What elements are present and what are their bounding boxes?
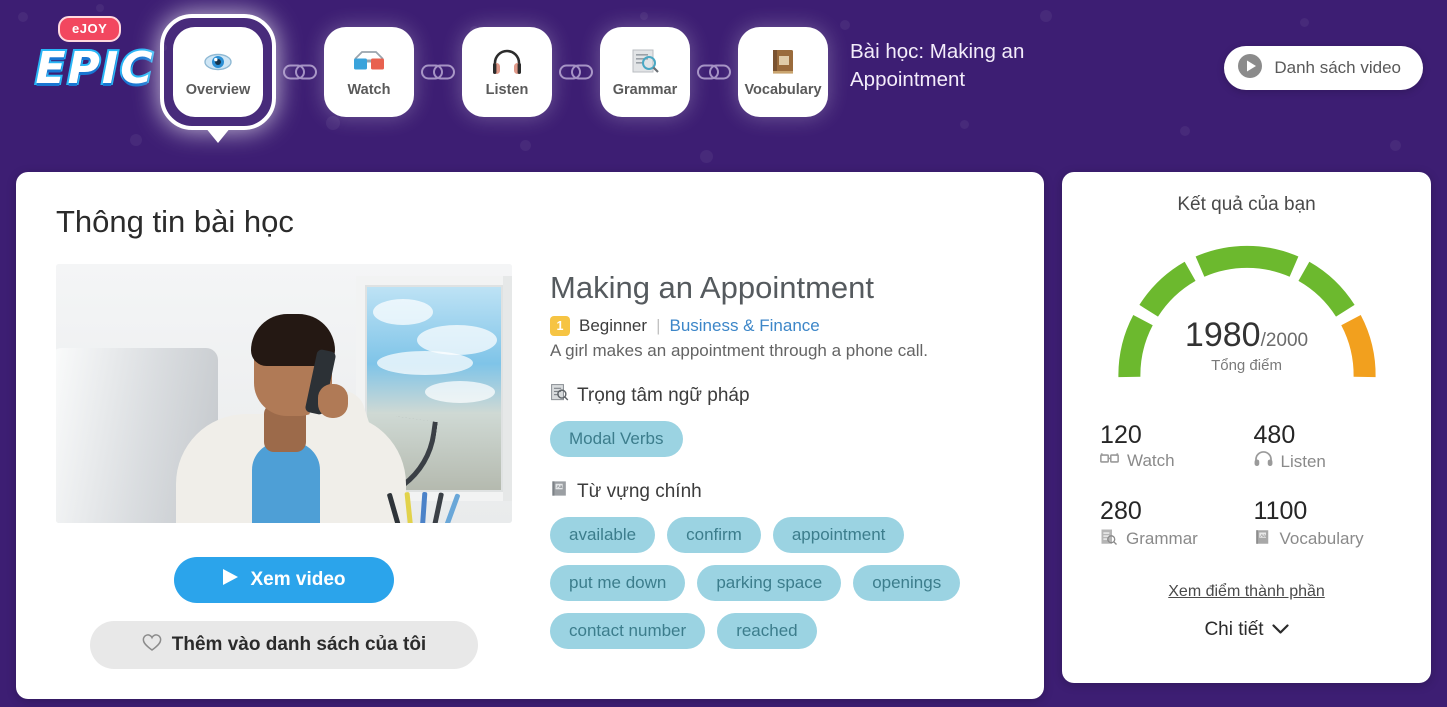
video-list-label: Danh sách video [1274,58,1401,77]
nav-step-watch[interactable]: Watch [324,27,414,117]
watch-video-label: Xem video [250,569,346,590]
level-name: Beginner [579,316,648,335]
result-title: Kết quả của bạn [1177,194,1316,215]
main-content: Thông tin bài học Xem video Thêm vào dan… [0,172,1447,699]
nav-step-label: Listen [485,81,529,98]
lesson-media-column: Xem video Thêm vào danh sách của tôi [56,264,512,671]
gauge-total: /2000 [1260,330,1309,351]
nav-step-vocabulary[interactable]: Vocabulary [738,27,828,117]
heart-outline-icon [142,633,162,658]
nav-step-label: Grammar [612,81,678,98]
video-thumbnail[interactable] [56,264,512,523]
chain-link-icon [278,63,322,81]
nav-step-label: Vocabulary [744,81,822,98]
nav-step-overview[interactable]: Overview [160,14,276,130]
key-vocabulary-heading: Aa Từ vựng chính [550,479,1006,504]
vocabulary-tag[interactable]: available [550,517,656,553]
vocabulary-tag[interactable]: parking space [697,565,842,601]
score-breakdown-grid: 120 Watch 480 Listen 280 Grammar 1100 Aa… [1100,422,1397,551]
chain-link-icon [554,63,598,81]
gauge-segment-3 [1195,245,1298,277]
vocabulary-tag[interactable]: reached [717,613,817,649]
book-icon: Aa [1254,528,1272,551]
lesson-meta: 1 Beginner | Business & Finance [550,316,1006,336]
gauge-score: 1980 [1184,316,1261,354]
chain-link-icon [692,63,736,81]
vocabulary-tag[interactable]: put me down [550,565,686,601]
vocabulary-tag[interactable]: appointment [772,517,905,553]
document-search-icon [550,383,569,408]
gauge-segment-2 [1138,261,1196,317]
chevron-down-icon [1271,619,1289,641]
lesson-title: Making an Appointment [550,270,874,305]
score-item-grammar: 280 Grammar [1100,498,1243,550]
3d-glasses-icon [1100,451,1119,471]
grammar-focus-heading: Trọng tâm ngữ pháp [550,383,1006,408]
score-item-listen: 480 Listen [1254,422,1397,472]
book-icon: Aa [550,479,569,504]
score-name: Grammar [1126,529,1198,548]
meta-divider: | [656,316,661,335]
nav-step-label: Overview [185,81,251,98]
vocabulary-tag[interactable]: openings [853,565,961,601]
app-header: eJOY EPIC Overview Watch Listen Grammar … [0,0,1447,172]
add-to-my-list-label: Thêm vào danh sách của tôi [171,634,427,655]
nav-step-grammar[interactable]: Grammar [600,27,690,117]
headphones-icon [1254,451,1273,472]
vocabulary-tag[interactable]: confirm [667,517,761,553]
score-value: 280 [1100,497,1142,526]
document-search-icon [630,47,660,77]
score-name: Vocabulary [1279,529,1364,548]
level-badge: 1 [550,316,570,336]
score-name: Watch [1127,451,1175,471]
score-value: 120 [1100,421,1142,449]
gauge-value-group: 1980/2000 Tổng điểm [1097,316,1397,374]
nav-step-label: Watch [347,81,391,98]
vocabulary-tag-list: available confirm appointment put me dow… [550,517,1006,649]
expand-details-toggle[interactable]: Chi tiết [1086,619,1407,641]
lesson-info-title: Thông tin bài học [56,204,294,239]
grammar-focus-label: Trọng tâm ngữ pháp [577,384,750,406]
video-list-button[interactable]: Danh sách video [1224,46,1423,90]
play-circle-icon [1237,53,1263,84]
grammar-tag-list: Modal Verbs [550,421,1006,457]
gauge-segment-4 [1297,261,1355,317]
lesson-description: A girl makes an appointment through a ph… [550,341,929,360]
headphones-icon [492,47,522,77]
watch-video-button[interactable]: Xem video [174,557,394,603]
svg-text:Aa: Aa [1260,532,1266,537]
vocabulary-tag[interactable]: contact number [550,613,706,649]
logo-epic-text: EPIC [34,41,155,96]
score-value: 1100 [1253,497,1308,526]
eye-icon [203,47,233,77]
3d-glasses-icon [352,47,386,77]
lesson-step-nav: Overview Watch Listen Grammar Vocabulary [160,14,828,130]
nav-step-listen[interactable]: Listen [462,27,552,117]
page-title: Bài học: Making an Appointment [850,40,1025,91]
grammar-tag[interactable]: Modal Verbs [550,421,683,457]
view-component-scores-link[interactable]: Xem điểm thành phần [1086,583,1407,601]
category-link[interactable]: Business & Finance [669,316,819,336]
score-name: Listen [1280,451,1326,471]
ejoy-epic-logo[interactable]: eJOY EPIC [30,16,160,102]
key-vocabulary-label: Từ vựng chính [577,480,702,502]
result-card: Kết quả của bạn 1980/2000 Tổng điểm 120 … [1062,172,1431,683]
expand-details-label: Chi tiết [1204,618,1264,640]
score-item-vocabulary: 1100 Aa Vocabulary [1254,498,1397,550]
play-icon [222,568,239,592]
svg-text:Aa: Aa [557,484,563,490]
chain-link-icon [416,63,460,81]
document-search-icon [1100,528,1118,551]
score-gauge: 1980/2000 Tổng điểm [1097,230,1397,386]
lesson-details-column: Making an Appointment 1 Beginner | Busin… [550,264,1006,671]
score-item-watch: 120 Watch [1100,422,1243,472]
logo-ejoy-badge: eJOY [58,16,122,42]
add-to-my-list-button[interactable]: Thêm vào danh sách của tôi [90,621,478,669]
book-icon [769,47,797,77]
gauge-score-label: Tổng điểm [1211,357,1282,374]
score-value: 480 [1253,421,1296,449]
lesson-info-card: Thông tin bài học Xem video Thêm vào dan… [16,172,1045,699]
